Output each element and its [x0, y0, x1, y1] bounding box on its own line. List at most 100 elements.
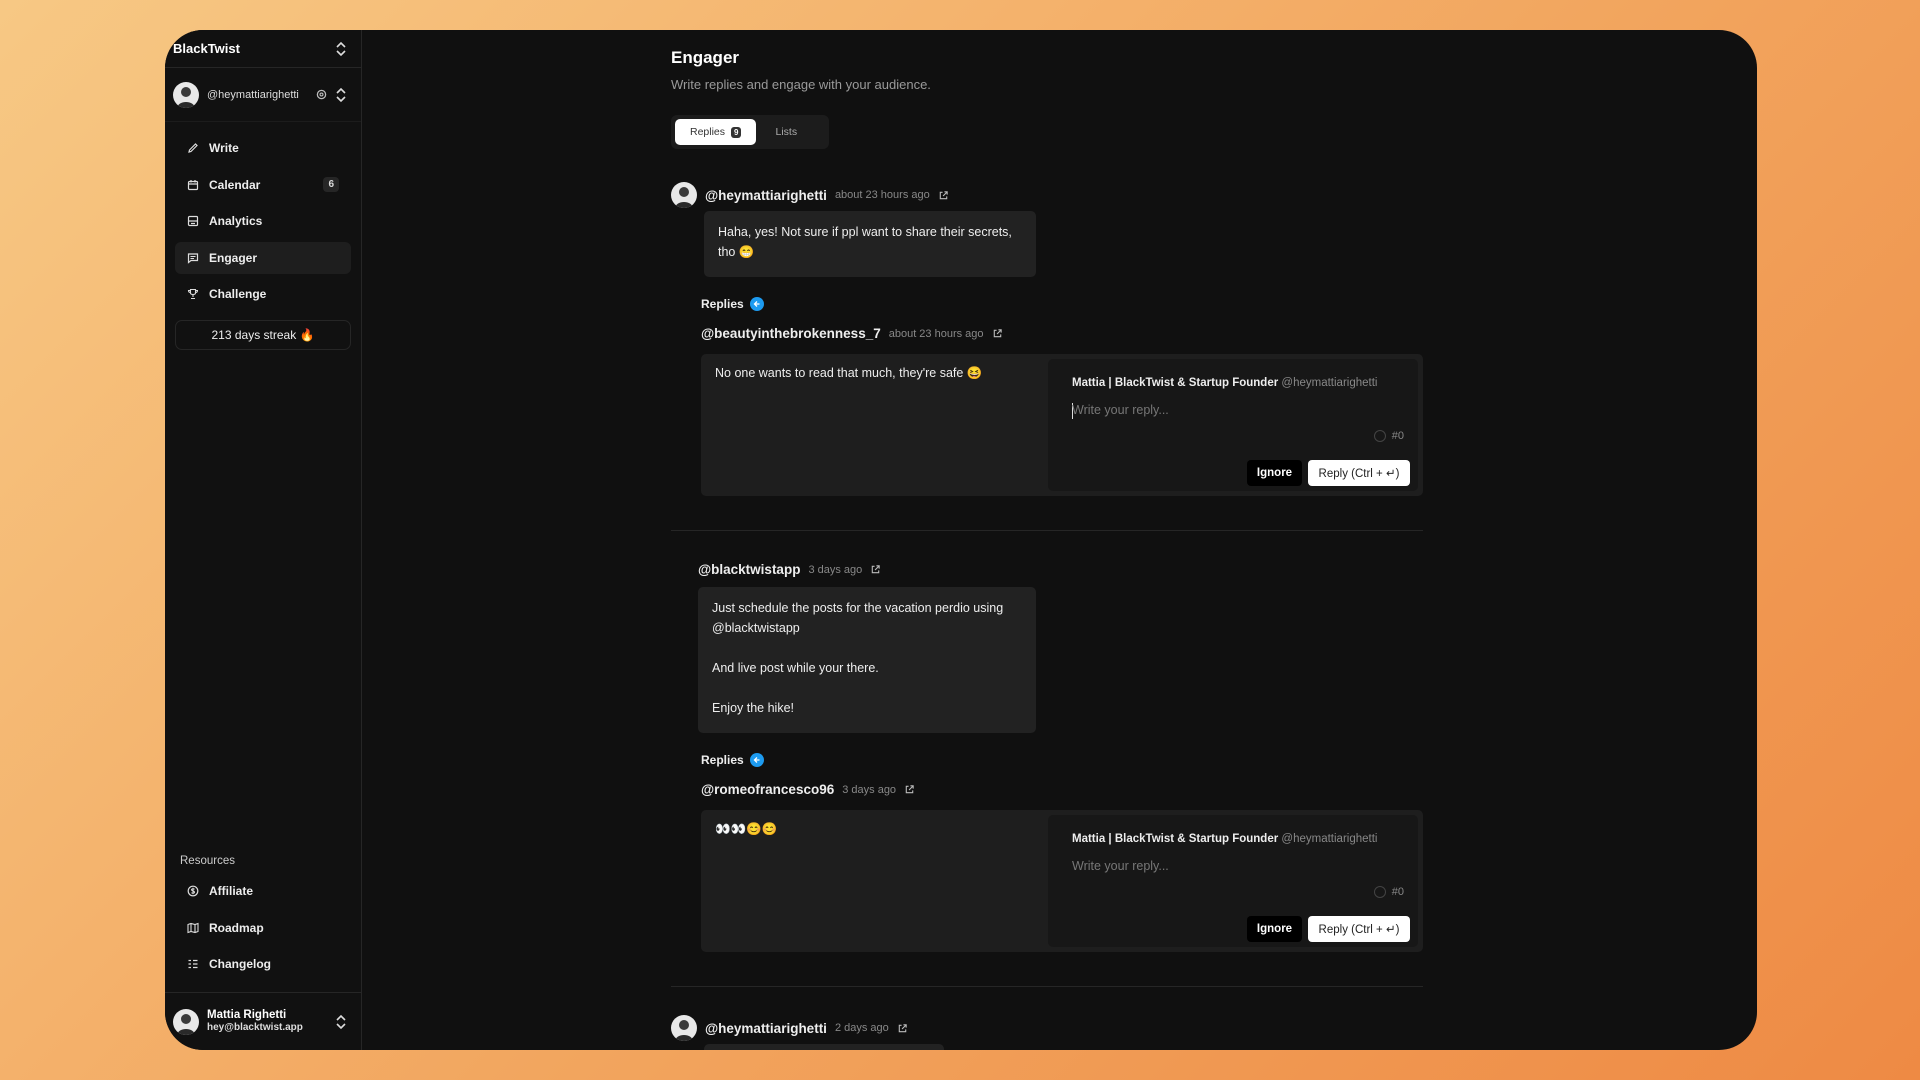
page-title: Engager — [671, 48, 740, 67]
nav-item-write[interactable]: Write — [175, 132, 351, 164]
post-line: @blacktwistapp — [712, 621, 800, 635]
tab-label: Replies — [690, 126, 726, 138]
nav-item-calendar[interactable]: Calendar 6 — [175, 169, 351, 201]
reply-time: about 23 hours ago — [888, 327, 984, 340]
external-link-icon[interactable] — [992, 328, 1003, 339]
thread-divider — [671, 986, 1423, 987]
reply-button[interactable]: Reply (Ctrl + ↵) — [1308, 916, 1410, 942]
changelog-icon — [188, 959, 198, 969]
composer-author: Mattia | BlackTwist & Startup Founder @h… — [1072, 377, 1377, 389]
user-email: hey@blacktwist.app — [207, 1022, 303, 1034]
chat-icon — [187, 252, 199, 264]
post-header: @heymattiarighetti 2 days ago — [671, 1015, 908, 1041]
user-menu[interactable]: Mattia Righetti hey@blacktwist.app — [165, 992, 361, 1050]
reply-card: No one wants to read that much, they're … — [701, 354, 1423, 496]
avatar — [173, 1008, 199, 1035]
external-link-icon[interactable] — [904, 784, 915, 795]
progress-ring-icon — [1373, 430, 1386, 442]
reply-input[interactable]: Write your reply... — [1072, 403, 1169, 417]
tab-label: Lists — [775, 126, 798, 138]
post-header: @blacktwistapp 3 days ago — [698, 562, 881, 577]
ignore-button[interactable]: Ignore — [1247, 916, 1302, 942]
composer-author-name: Mattia | BlackTwist & Startup Founder — [1072, 833, 1279, 845]
post-time: 2 days ago — [834, 1022, 889, 1034]
tab-bar: Replies 9 Lists — [671, 115, 829, 149]
thread-divider — [671, 530, 1423, 531]
reply-author[interactable]: @beautyinthebrokenness_7 — [701, 326, 881, 341]
external-link-icon[interactable] — [897, 1023, 908, 1034]
chevron-updown-icon — [336, 87, 346, 102]
account-handle: @heymattiarighetti — [207, 88, 299, 101]
reply-author[interactable]: @romeofrancesco96 — [701, 782, 834, 797]
post-author[interactable]: @blacktwistapp — [698, 562, 800, 577]
reply-input[interactable]: Write your reply... — [1072, 859, 1169, 873]
char-counter: #0 — [1373, 886, 1404, 898]
post-line: Enjoy the hike! — [712, 701, 794, 715]
composer-author: Mattia | BlackTwist & Startup Founder @h… — [1072, 833, 1377, 845]
reply-composer: Mattia | BlackTwist & Startup Founder @h… — [1048, 815, 1418, 947]
reply-arrow-icon — [749, 753, 764, 767]
workspace-switcher[interactable]: BlackTwist — [165, 30, 361, 68]
threads-icon — [316, 89, 327, 100]
trophy-icon — [187, 288, 199, 300]
sidebar: BlackTwist @heymattiarighetti Write Cale… — [165, 30, 362, 1050]
account-switcher[interactable]: @heymattiarighetti — [165, 68, 361, 122]
page-subtitle: Write replies and engage with your audie… — [671, 77, 931, 92]
reply-arrow-icon — [749, 297, 764, 311]
nav-label: Roadmap — [209, 920, 264, 935]
map-icon — [187, 922, 199, 933]
ignore-button[interactable]: Ignore — [1247, 460, 1302, 486]
reply-text: No one wants to read that much, they're … — [715, 366, 983, 380]
tab-lists[interactable]: Lists — [760, 119, 812, 145]
post-header: @heymattiarighetti about 23 hours ago — [671, 182, 949, 208]
counter-value: #0 — [1391, 430, 1404, 442]
nav-item-changelog[interactable]: Changelog — [175, 948, 351, 980]
post-time: 3 days ago — [808, 563, 863, 576]
streak-badge: 213 days streak 🔥 — [175, 320, 351, 350]
nav-label: Write — [209, 141, 239, 155]
external-link-icon[interactable] — [870, 564, 881, 575]
post-line: And live post while your there. — [712, 661, 879, 675]
dollar-icon — [187, 885, 199, 897]
nav-item-engager[interactable]: Engager — [175, 241, 351, 274]
counter-value: #0 — [1391, 886, 1404, 898]
reply-header: @beautyinthebrokenness_7 about 23 hours … — [701, 326, 1003, 341]
external-link-icon[interactable] — [938, 190, 949, 201]
replies-count-badge: 9 — [731, 126, 742, 138]
chevron-updown-icon — [336, 41, 346, 56]
reply-composer: Mattia | BlackTwist & Startup Founder @h… — [1048, 359, 1418, 491]
resources-title: Resources — [180, 855, 235, 867]
nav-label: Challenge — [209, 287, 267, 301]
composer-author-handle: @heymattiarighetti — [1281, 377, 1378, 389]
replies-label: Replies — [701, 297, 764, 311]
tab-replies[interactable]: Replies 9 — [675, 119, 757, 145]
progress-ring-icon — [1373, 886, 1386, 898]
main-content: Engager Write replies and engage with yo… — [362, 30, 1757, 1050]
post-line: Just schedule the posts for the vacation… — [712, 601, 1004, 615]
pencil-icon — [188, 143, 198, 153]
nav-item-analytics[interactable]: Analytics — [175, 205, 351, 237]
resources-section: Resources Affiliate Roadmap Changelog — [165, 855, 361, 985]
nav-item-roadmap[interactable]: Roadmap — [175, 912, 351, 944]
workspace-name: BlackTwist — [173, 41, 240, 56]
avatar — [173, 81, 199, 108]
nav-item-challenge[interactable]: Challenge — [175, 278, 351, 310]
nav-label: Engager — [209, 250, 258, 265]
reply-card: 👀👀😊😊 Mattia | BlackTwist & Startup Found… — [701, 810, 1423, 952]
composer-author-handle: @heymattiarighetti — [1281, 833, 1378, 845]
post-text — [704, 1044, 944, 1050]
replies-label-text: Replies — [701, 297, 744, 311]
nav-item-affiliate[interactable]: Affiliate — [175, 875, 351, 907]
post-line — [712, 678, 1022, 698]
reply-time: 3 days ago — [842, 783, 897, 796]
replies-label: Replies — [701, 753, 764, 767]
nav-label: Changelog — [209, 957, 271, 971]
post-author[interactable]: @heymattiarighetti — [705, 188, 827, 203]
calendar-count-badge: 6 — [323, 177, 339, 192]
post-line — [712, 638, 1022, 658]
calendar-icon — [187, 179, 199, 190]
replies-label-text: Replies — [701, 753, 744, 767]
post-author[interactable]: @heymattiarighetti — [705, 1021, 827, 1036]
reply-button[interactable]: Reply (Ctrl + ↵) — [1308, 460, 1410, 486]
app-window: BlackTwist @heymattiarighetti Write Cale… — [165, 30, 1757, 1050]
